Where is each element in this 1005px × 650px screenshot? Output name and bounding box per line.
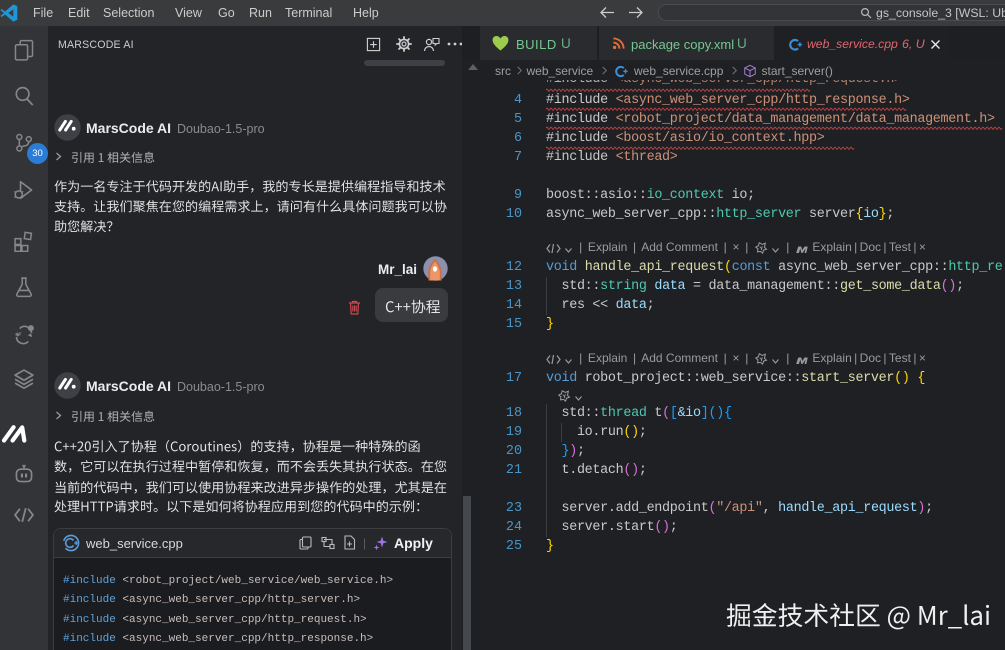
svg-text:diff: diff xyxy=(15,331,22,336)
